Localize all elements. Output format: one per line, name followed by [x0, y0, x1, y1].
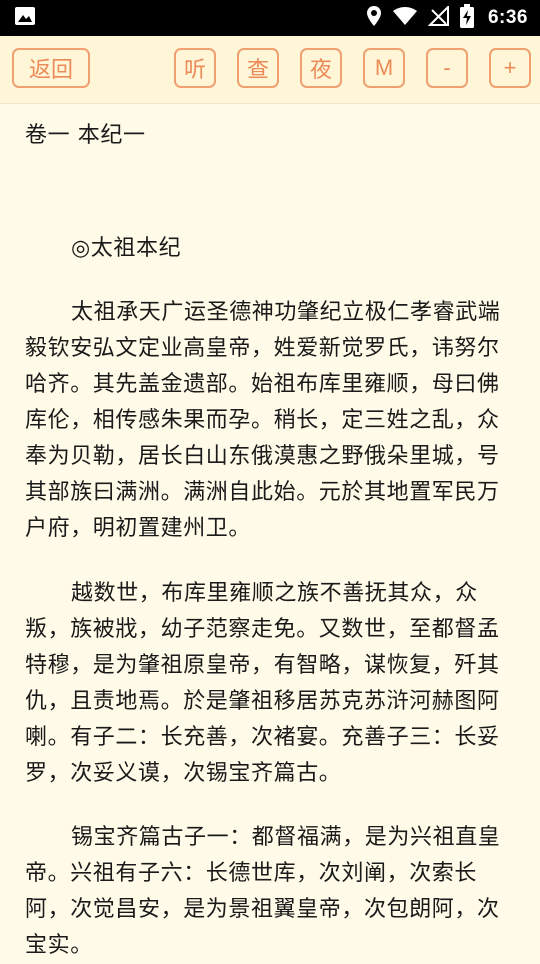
font-decrease-button[interactable]: -	[426, 48, 468, 88]
battery-charging-icon	[459, 4, 474, 32]
location-icon	[366, 5, 382, 31]
paragraph: 越数世，布库里雍顺之族不善抚其众，众叛，族被戕，幼子范察走免。又数世，至都督孟特…	[25, 581, 500, 786]
paragraph: 太祖承天广运圣德神功肇纪立极仁孝睿武端毅钦安弘文定业高皇帝，姓爱新觉罗氏，讳努尔…	[25, 300, 501, 541]
status-left	[14, 6, 36, 30]
reader-toolbar: 返回 听 查 夜 M - +	[0, 36, 540, 104]
lookup-button[interactable]: 查	[237, 48, 279, 88]
chapter-title: 卷一 本纪一	[25, 123, 146, 148]
back-button[interactable]: 返回	[12, 48, 90, 88]
wifi-icon	[392, 6, 418, 30]
status-bar: 6:36	[0, 0, 540, 36]
no-signal-icon	[427, 4, 450, 30]
image-icon	[14, 6, 36, 30]
status-right: 6:36	[366, 4, 528, 32]
font-increase-button[interactable]: +	[489, 48, 531, 88]
listen-button[interactable]: 听	[174, 48, 216, 88]
night-mode-button[interactable]: 夜	[300, 48, 342, 88]
paragraph: 锡宝齐篇古子一：都督福满，是为兴祖直皇帝。兴祖有子六：长德世库，次刘阐，次索长阿…	[25, 825, 501, 958]
menu-button[interactable]: M	[363, 48, 405, 88]
status-time: 6:36	[487, 7, 528, 28]
section-title: ◎太祖本纪	[71, 236, 182, 261]
